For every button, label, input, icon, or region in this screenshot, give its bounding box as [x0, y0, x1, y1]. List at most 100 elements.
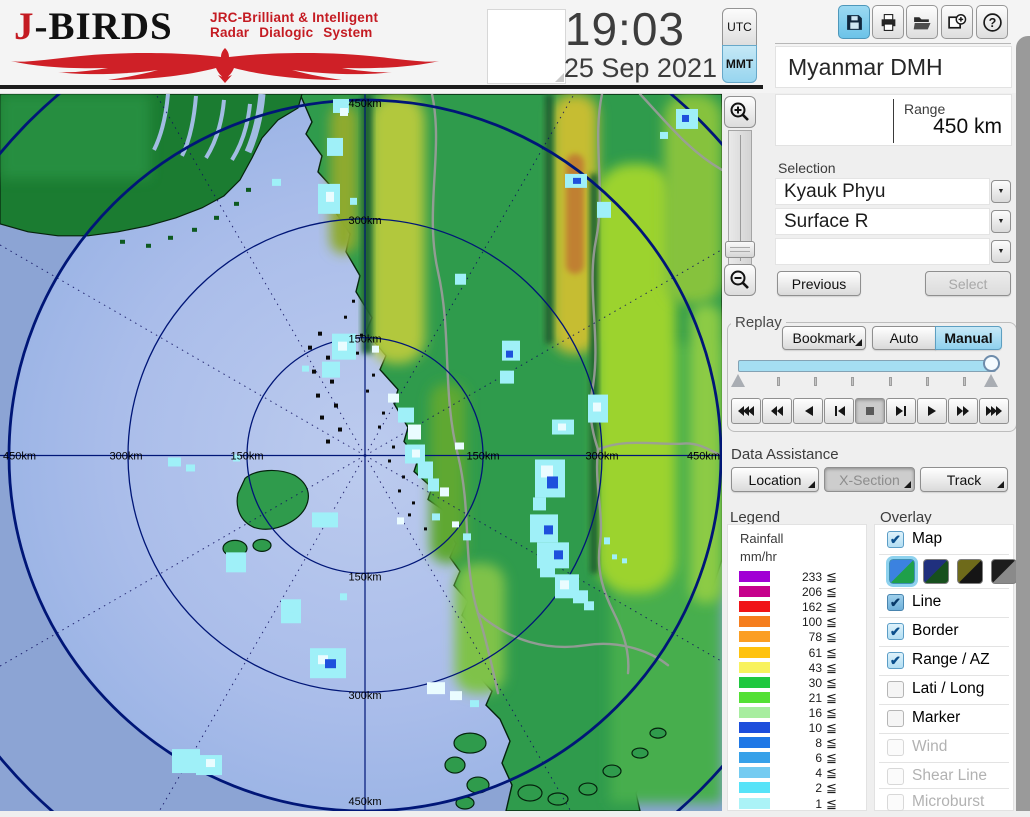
skip-to-end-icon	[985, 405, 1003, 417]
auto-mode-button[interactable]: Auto	[872, 326, 936, 350]
overlay-item-border: ✔Border	[875, 622, 1013, 646]
x-section-button[interactable]: X-Section	[824, 467, 915, 492]
step-forward-button[interactable]	[886, 398, 916, 424]
replay-slider-handle[interactable]	[983, 355, 1000, 372]
overlay-checkbox-microburst	[887, 794, 904, 811]
save-button[interactable]	[838, 5, 870, 39]
legend-value: 8	[780, 736, 822, 750]
radar-map[interactable]: 450km300km150km450km300km150km150km300km…	[0, 93, 722, 812]
zoom-slider-handle[interactable]	[725, 241, 755, 258]
legend-unit: mm/hr	[740, 549, 777, 564]
rain-echo	[340, 108, 348, 116]
rain-echo	[388, 394, 399, 403]
legend-row: 4≦	[728, 766, 866, 780]
play-backward-button[interactable]	[793, 398, 823, 424]
map-style-swatch-1[interactable]	[889, 559, 915, 584]
select-button[interactable]: Select	[925, 271, 1011, 296]
header-divider	[0, 85, 763, 89]
print-button[interactable]	[872, 5, 904, 39]
rain-echo	[573, 178, 581, 184]
overlay-checkbox-line[interactable]: ✔	[887, 594, 904, 611]
track-button[interactable]: Track	[920, 467, 1008, 492]
slider-tick	[814, 377, 817, 386]
zoom-in-icon	[729, 101, 751, 123]
zoom-in-button[interactable]	[724, 96, 756, 128]
range-ring-label: 450km	[3, 450, 36, 462]
capture-button[interactable]	[941, 5, 973, 39]
rain-echo	[338, 342, 347, 351]
rain-echo	[463, 533, 471, 540]
rain-echo	[350, 198, 357, 205]
slider-tick	[889, 377, 892, 386]
legend-value: 61	[780, 646, 822, 660]
zoom-out-button[interactable]	[724, 264, 756, 296]
fast-backward-button[interactable]	[762, 398, 792, 424]
site-dropdown-arrow-icon[interactable]: ▼	[991, 180, 1011, 203]
site-dropdown[interactable]: Kyauk Phyu	[775, 178, 990, 205]
radar-map-canvas[interactable]: 450km300km150km450km300km150km150km300km…	[0, 94, 722, 811]
fast-forward-button[interactable]	[948, 398, 978, 424]
play-backward-icon	[803, 405, 814, 417]
legend-color-swatch	[739, 662, 770, 673]
rain-echo	[544, 525, 553, 534]
panel-collapse-strip[interactable]	[1016, 36, 1030, 811]
overlay-checkbox-map[interactable]: ✔	[887, 531, 904, 548]
product-dropdown-arrow-icon[interactable]: ▼	[991, 210, 1011, 233]
overlay-item-microburst: Microburst	[875, 793, 1013, 817]
stop-icon	[864, 405, 876, 417]
legend-lte-symbol: ≦	[826, 765, 837, 781]
legend-row: 206≦	[728, 585, 866, 599]
slider-range-end-marker[interactable]	[984, 374, 998, 387]
rain-echo	[168, 457, 181, 466]
range-ring-label: 150km	[348, 334, 381, 346]
bookmark-button[interactable]: Bookmark	[782, 326, 866, 350]
overlay-item-shear-line: Shear Line	[875, 767, 1013, 791]
overlay-checkbox-range-az[interactable]: ✔	[887, 652, 904, 669]
legend-row: 1≦	[728, 797, 866, 811]
legend-value: 10	[780, 721, 822, 735]
product-dropdown[interactable]: Surface R	[775, 208, 990, 235]
legend-color-swatch	[739, 767, 770, 778]
open-folder-button[interactable]	[906, 5, 938, 39]
skip-to-start-button[interactable]	[731, 398, 761, 424]
overlay-checkbox-border[interactable]: ✔	[887, 623, 904, 640]
legend-value: 78	[780, 630, 822, 644]
utc-button[interactable]: UTC	[722, 8, 757, 46]
manual-mode-button[interactable]: Manual	[935, 326, 1002, 350]
slider-range-start-marker[interactable]	[731, 374, 745, 387]
rain-echo	[326, 192, 334, 202]
map-style-swatch-3[interactable]	[957, 559, 983, 584]
range-ring-label: 450km	[687, 450, 720, 462]
step-backward-button[interactable]	[824, 398, 854, 424]
location-button[interactable]: Location	[731, 467, 819, 492]
legend-color-swatch	[739, 722, 770, 733]
previous-button[interactable]: Previous	[777, 271, 861, 296]
skip-to-end-button[interactable]	[979, 398, 1009, 424]
option-dropdown[interactable]	[775, 238, 990, 265]
play-forward-button[interactable]	[917, 398, 947, 424]
svg-text:?: ?	[988, 16, 996, 30]
range-divider	[893, 99, 894, 143]
option-dropdown-arrow-icon[interactable]: ▼	[991, 240, 1011, 263]
rain-echo	[533, 497, 546, 510]
legend-lte-symbol: ≦	[826, 660, 837, 676]
mmt-button[interactable]: MMT	[722, 45, 757, 83]
legend-row: 16≦	[728, 706, 866, 720]
map-style-swatch-2[interactable]	[923, 559, 949, 584]
rain-echo	[584, 601, 594, 610]
replay-slider-track[interactable]	[738, 360, 996, 372]
range-box: Range 450 km	[775, 94, 1012, 146]
map-style-swatch-4[interactable]	[991, 559, 1017, 584]
help-button[interactable]: ?	[976, 5, 1008, 39]
rain-echo	[541, 465, 553, 477]
overlay-checkbox-marker[interactable]	[887, 710, 904, 727]
rain-echo	[440, 487, 449, 496]
overlay-checkbox-lati-long[interactable]	[887, 681, 904, 698]
timezone-toggle: UTC MMT	[722, 8, 758, 84]
rain-echo	[540, 564, 555, 577]
legend-color-swatch	[739, 737, 770, 748]
stop-button[interactable]	[855, 398, 885, 424]
rain-echo	[408, 425, 421, 440]
jbirds-app: { "header": { "logo": {"j": "J", "rest":…	[0, 0, 1030, 811]
print-icon	[879, 13, 898, 32]
